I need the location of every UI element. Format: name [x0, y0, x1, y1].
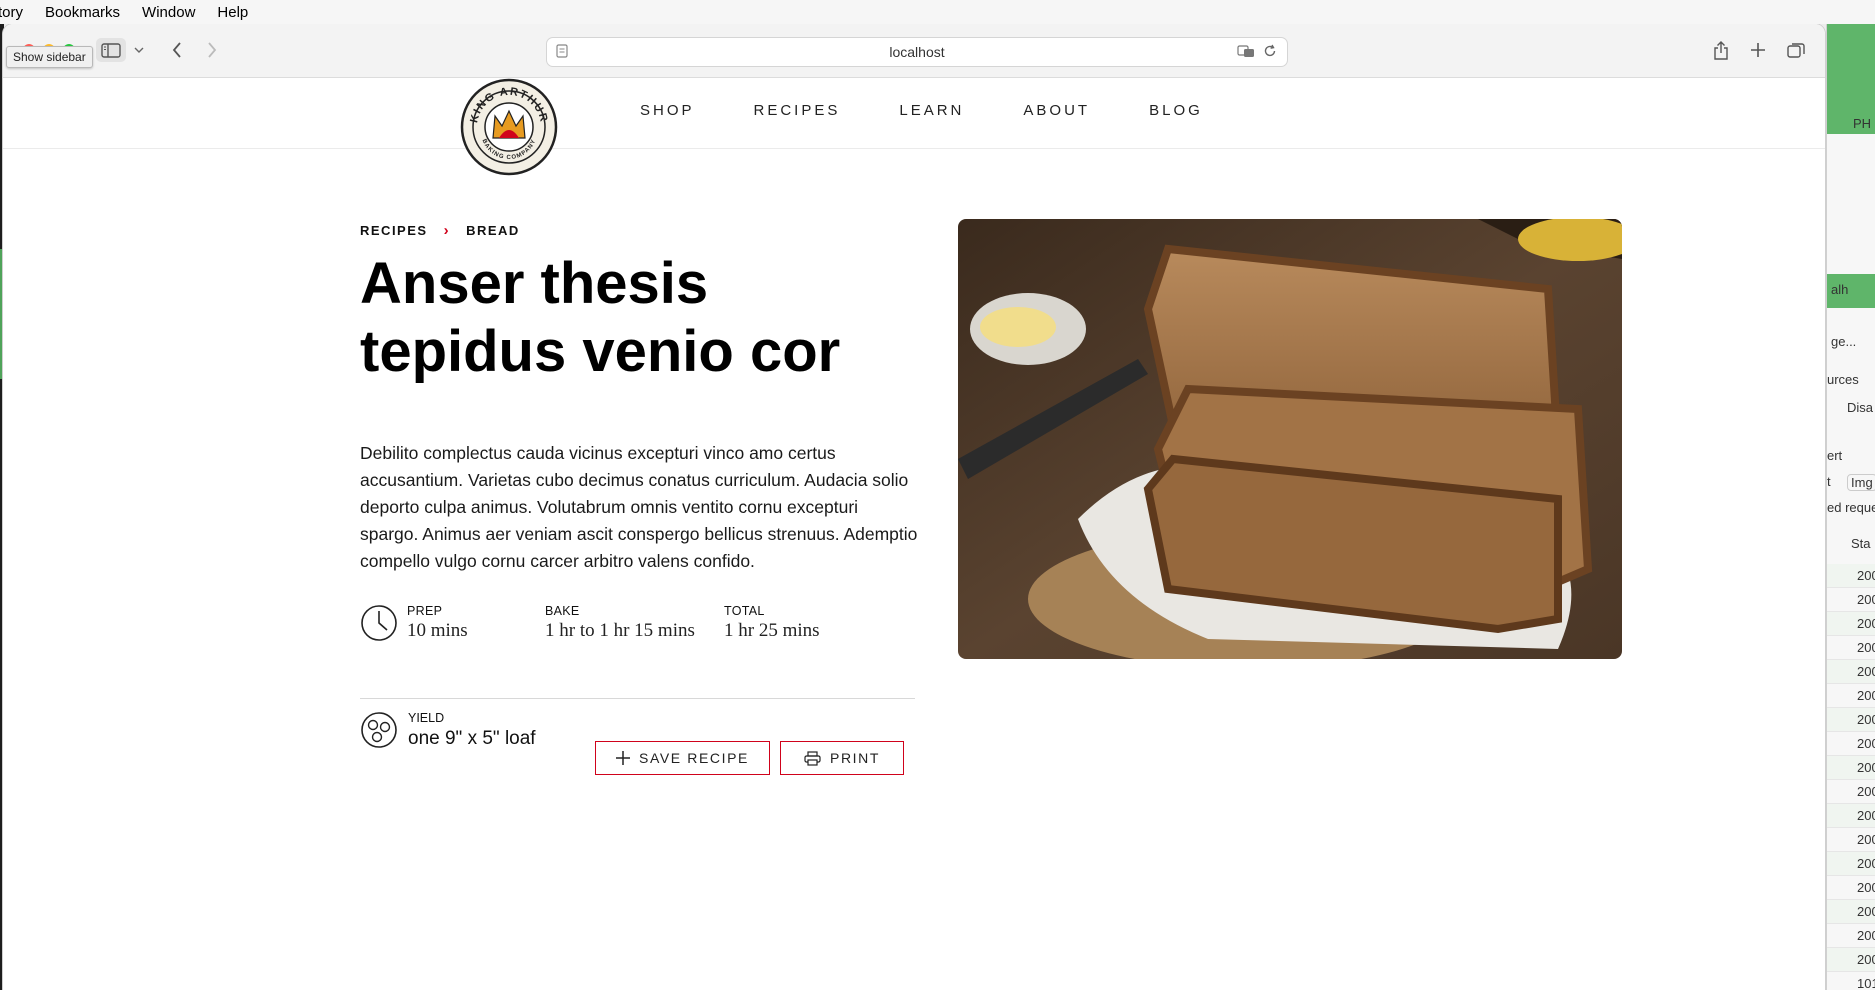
recipe-times: PREP 10 mins BAKE 1 hr to 1 hr 15 mins T…	[360, 604, 915, 649]
page-icon	[556, 44, 568, 58]
menu-window[interactable]: Window	[142, 4, 195, 21]
nav-blog[interactable]: BLOG	[1149, 102, 1203, 119]
browser-toolbar: Show sidebar localhost	[3, 24, 1825, 78]
site-logo[interactable]: KING ARTHUR BAKING COMPANY	[459, 78, 559, 178]
clock-icon	[361, 605, 397, 641]
devtools-request-row[interactable]: 200	[1827, 876, 1875, 900]
bake-label: BAKE	[545, 604, 580, 618]
chevron-right-icon: ›	[443, 222, 451, 239]
devtools-request-row[interactable]: 200	[1827, 588, 1875, 612]
king-arthur-logo: KING ARTHUR BAKING COMPANY	[460, 78, 558, 176]
nav-recipes[interactable]: RECIPES	[754, 102, 841, 119]
yield-icon	[361, 712, 397, 748]
bake-time: BAKE 1 hr to 1 hr 15 mins	[545, 604, 695, 642]
breadcrumb: RECIPES › BREAD	[360, 222, 520, 239]
sidebar-toggle-button[interactable]	[96, 38, 126, 62]
print-button[interactable]: PRINT	[780, 741, 904, 775]
devtools-request-row[interactable]: 200	[1827, 564, 1875, 588]
printer-icon	[804, 750, 821, 766]
menu-help[interactable]: Help	[217, 4, 248, 21]
devtools-disable-checkbox[interactable]: Disa	[1847, 400, 1873, 415]
devtools-filter-doc[interactable]: t	[1827, 474, 1831, 489]
prep-time: PREP 10 mins	[407, 604, 468, 642]
total-label: TOTAL	[724, 604, 765, 618]
devtools-request-row[interactable]: 200	[1827, 852, 1875, 876]
yield-value: one 9" x 5" loaf	[408, 728, 536, 749]
devtools-fragment: alh	[1831, 282, 1849, 297]
save-recipe-button[interactable]: SAVE RECIPE	[595, 741, 770, 775]
tab-group-chevron[interactable]	[131, 38, 147, 62]
address-text: localhost	[889, 44, 945, 60]
nav-shop[interactable]: SHOP	[640, 102, 695, 119]
sidebar-icon	[101, 42, 121, 58]
devtools-status-header: Sta	[1851, 536, 1871, 551]
breadcrumb-bread[interactable]: BREAD	[466, 223, 520, 238]
devtools-request-row[interactable]: 200	[1827, 708, 1875, 732]
recipe-title: Anser thesis tepidus venio cor	[360, 251, 841, 384]
recipe-description: Debilito complectus cauda vicinus except…	[360, 443, 918, 571]
devtools-filter-img[interactable]: Img	[1847, 474, 1875, 491]
devtools-request-row[interactable]: 200	[1827, 948, 1875, 972]
nav-about[interactable]: ABOUT	[1023, 102, 1090, 119]
devtools-tab-sources[interactable]: urces	[1827, 372, 1859, 387]
devtools-request-row[interactable]: 101	[1827, 972, 1875, 990]
chevron-left-icon	[172, 42, 181, 58]
plus-icon	[616, 751, 631, 765]
chevron-right-icon	[208, 42, 217, 58]
devtools-request-row[interactable]: 200	[1827, 612, 1875, 636]
yield-label: YIELD	[408, 711, 445, 725]
devtools-request-row[interactable]: 200	[1827, 660, 1875, 684]
recipe-hero-image	[958, 219, 1622, 659]
menu-bookmarks[interactable]: Bookmarks	[45, 4, 120, 21]
forward-button[interactable]	[199, 38, 225, 62]
address-bar[interactable]: localhost	[546, 37, 1288, 67]
devtools-fragment: ert	[1827, 448, 1843, 463]
devtools-request-row[interactable]: 200	[1827, 756, 1875, 780]
site-header: KING ARTHUR BAKING COMPANY SHOP RECIPES …	[3, 78, 1825, 176]
devtools-fragment: ge...	[1831, 334, 1857, 349]
banana-bread-image	[958, 219, 1622, 659]
prep-value: 10 mins	[407, 620, 468, 641]
devtools-request-row[interactable]: 200	[1827, 732, 1875, 756]
menu-bar: tory Bookmarks Window Help	[0, 0, 1875, 24]
tab-overview-button[interactable]	[1783, 38, 1809, 62]
devtools-request-row[interactable]: 200	[1827, 828, 1875, 852]
menu-history[interactable]: tory	[0, 4, 23, 21]
breadcrumb-recipes[interactable]: RECIPES	[360, 223, 428, 238]
main-nav: SHOP RECIPES LEARN ABOUT BLOG	[640, 102, 1262, 119]
devtools-request-row[interactable]: 200	[1827, 900, 1875, 924]
new-tab-button[interactable]	[1745, 38, 1771, 62]
devtools-request-row[interactable]: 200	[1827, 684, 1875, 708]
reload-icon	[1264, 44, 1276, 57]
section-divider	[360, 698, 915, 699]
plus-icon	[1751, 43, 1765, 57]
share-icon	[1714, 40, 1728, 60]
devtools-request-row[interactable]: 200	[1827, 804, 1875, 828]
total-value: 1 hr 25 mins	[724, 620, 820, 641]
translate-icon	[1237, 45, 1254, 57]
devtools-request-row[interactable]: 200	[1827, 636, 1875, 660]
prep-label: PREP	[407, 604, 443, 618]
print-label: PRINT	[830, 750, 880, 766]
devtools-fragment: ed reque	[1827, 500, 1875, 515]
nav-learn[interactable]: LEARN	[899, 102, 964, 119]
sidebar-tooltip: Show sidebar	[6, 46, 93, 68]
browser-window: Show sidebar localhost KING ARTHUR BAKIN…	[3, 24, 1825, 990]
chevron-down-icon	[134, 47, 144, 53]
background-devtools-window: PH alh ge... urces Disa ert t Img ed req…	[1826, 24, 1875, 990]
share-button[interactable]	[1708, 38, 1734, 62]
bake-value: 1 hr to 1 hr 15 mins	[545, 620, 695, 641]
devtools-request-row[interactable]: 200	[1827, 924, 1875, 948]
total-time: TOTAL 1 hr 25 mins	[724, 604, 820, 642]
tabs-icon	[1787, 43, 1805, 58]
devtools-request-row[interactable]: 200	[1827, 780, 1875, 804]
save-recipe-label: SAVE RECIPE	[639, 750, 749, 766]
back-button[interactable]	[164, 38, 190, 62]
web-page: KING ARTHUR BAKING COMPANY SHOP RECIPES …	[3, 78, 1825, 990]
devtools-request-rows: 2002002002002002002002002002002002002002…	[1827, 564, 1875, 990]
devtools-fragment: PH	[1853, 116, 1872, 131]
